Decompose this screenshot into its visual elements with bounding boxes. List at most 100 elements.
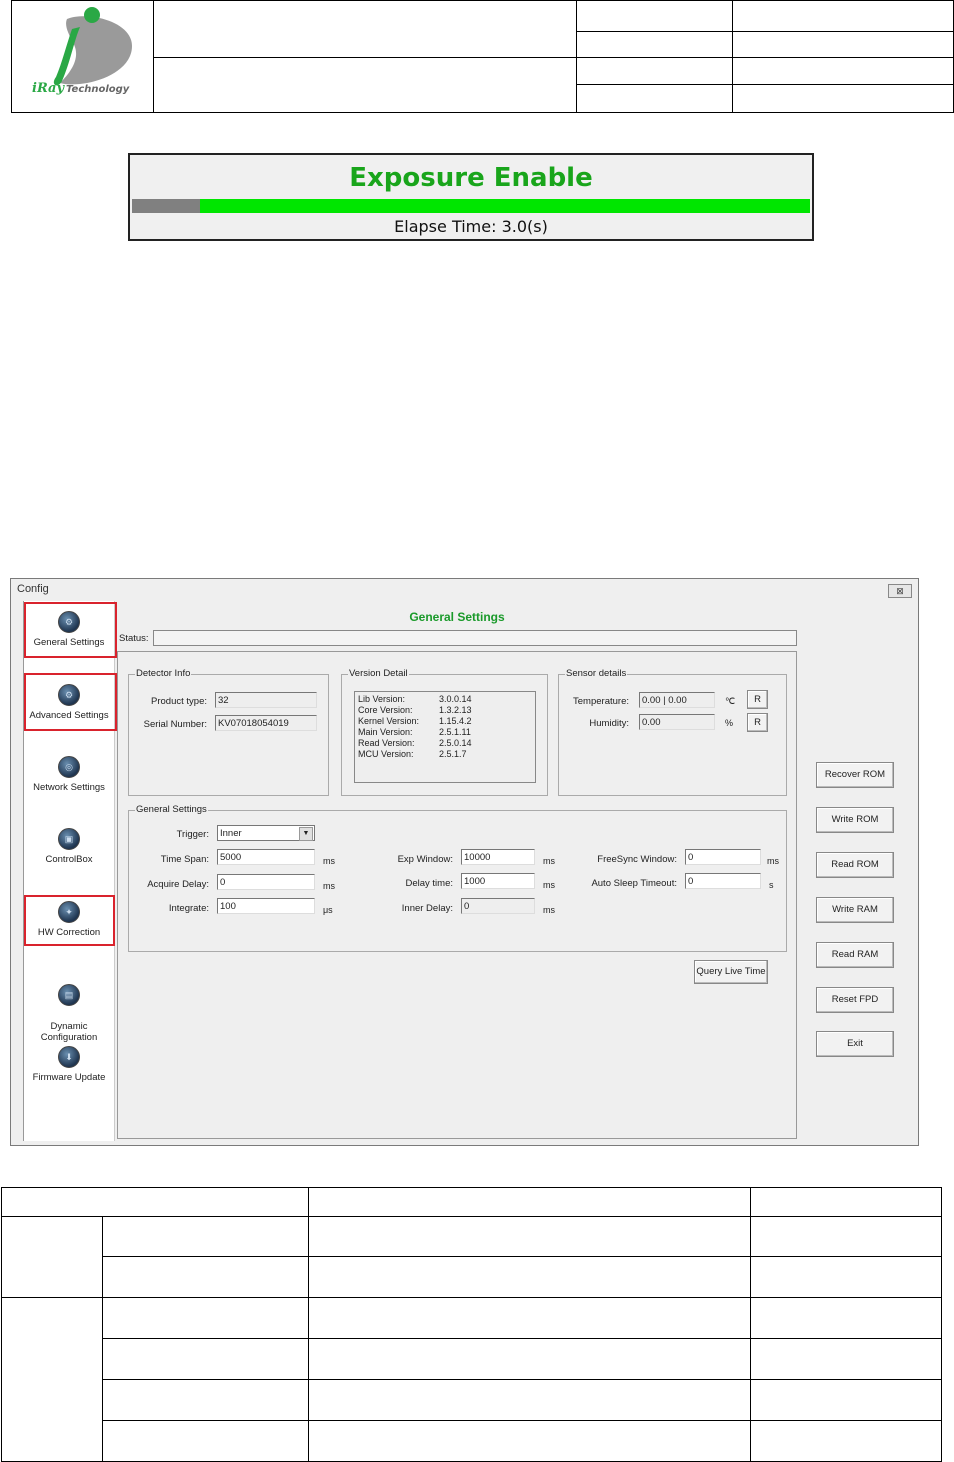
iray-logo-graphic: iRay Technology xyxy=(32,7,132,96)
window-title: Config xyxy=(17,583,49,595)
freesync-window-input[interactable]: 0 xyxy=(685,849,761,865)
header-cell xyxy=(733,58,954,85)
acquire-delay-unit: ms xyxy=(323,881,335,891)
nav-label: ControlBox xyxy=(45,854,93,865)
query-live-time-button[interactable]: Query Live Time xyxy=(694,960,768,984)
integrate-input[interactable]: 100 xyxy=(217,898,315,914)
core-version-label: Core Version: xyxy=(358,705,413,715)
read-rom-button[interactable]: Read ROM xyxy=(816,852,894,878)
exp-window-input[interactable]: 10000 xyxy=(461,849,535,865)
auto-sleep-timeout-input[interactable]: 0 xyxy=(685,873,761,889)
elapse-time: Elapse Time: 3.0(s) xyxy=(394,217,548,236)
table-cell xyxy=(102,1420,309,1462)
table-cell xyxy=(308,1338,751,1380)
acquire-delay-input[interactable]: 0 xyxy=(217,874,315,890)
humidity-unit: % xyxy=(725,718,734,728)
temperature-label: Temperature: xyxy=(573,696,629,707)
serial-number-label: Serial Number: xyxy=(143,719,207,730)
main-version-value: 2.5.1.11 xyxy=(439,727,471,737)
product-type-field: 32 xyxy=(215,692,317,708)
group-legend: Sensor details xyxy=(565,668,628,679)
controlbox-icon: ▣ xyxy=(58,828,80,850)
delay-time-input[interactable]: 1000 xyxy=(461,873,535,889)
group-legend: Detector Info xyxy=(135,668,192,679)
lib-version-label: Lib Version: xyxy=(358,694,406,704)
temperature-refresh-button[interactable]: R xyxy=(747,690,768,709)
document-header-table: iRay Technology xyxy=(11,0,954,113)
settings-content: Detector Info Product type: 32 Serial Nu… xyxy=(117,651,797,1139)
header-cell xyxy=(154,58,577,113)
read-ram-button[interactable]: Read RAM xyxy=(816,942,894,968)
close-icon[interactable]: ⊠ xyxy=(888,584,912,598)
highlight-box xyxy=(24,673,117,731)
svg-text:Technology: Technology xyxy=(66,84,130,95)
table-header-cell xyxy=(308,1187,751,1217)
header-cell xyxy=(577,1,733,32)
table-header-cell xyxy=(750,1187,942,1217)
time-span-input[interactable]: 5000 xyxy=(217,849,315,865)
highlight-box xyxy=(24,602,117,658)
acquire-delay-label: Acquire Delay: xyxy=(147,879,209,890)
table-group-cell xyxy=(1,1297,103,1462)
page-title: General Settings xyxy=(409,610,505,624)
dynamic-configuration-icon: ▤ xyxy=(58,984,80,1006)
nav-firmware-update[interactable]: ⬇ Firmware Update xyxy=(24,1046,114,1083)
general-settings-group: General Settings Trigger: Inner ▼ Time S… xyxy=(128,804,787,952)
nav-label: Firmware Update xyxy=(32,1072,106,1083)
delay-time-unit: ms xyxy=(543,880,555,890)
inner-delay-label: Inner Delay: xyxy=(401,903,453,914)
highlight-box xyxy=(24,895,115,946)
trigger-value: Inner xyxy=(220,828,242,839)
reset-fpd-button[interactable]: Reset FPD xyxy=(816,987,894,1013)
group-legend: General Settings xyxy=(135,804,208,815)
nav-network-settings[interactable]: ◎ Network Settings xyxy=(24,756,114,793)
table-cell xyxy=(750,1420,942,1462)
table-cell xyxy=(750,1379,942,1421)
table-group-cell xyxy=(1,1216,103,1298)
table-cell xyxy=(102,1216,309,1257)
integrate-unit: μs xyxy=(323,905,333,915)
version-detail-group: Version Detail Lib Version: 3.0.0.14 Cor… xyxy=(341,668,548,796)
company-logo: iRay Technology xyxy=(12,1,154,113)
core-version-value: 1.3.2.13 xyxy=(439,705,472,715)
table-cell xyxy=(750,1256,942,1298)
humidity-refresh-button[interactable]: R xyxy=(747,713,768,732)
network-settings-icon: ◎ xyxy=(58,756,80,778)
inner-delay-unit: ms xyxy=(543,905,555,915)
freesync-window-label: FreeSync Window: xyxy=(597,854,677,865)
exp-window-unit: ms xyxy=(543,856,555,866)
chevron-down-icon: ▼ xyxy=(299,827,313,841)
table-cell xyxy=(750,1338,942,1380)
config-window: Config ⊠ ⚙ General Settings ⚙ Advanced S… xyxy=(10,578,919,1146)
trigger-select[interactable]: Inner ▼ xyxy=(217,825,315,841)
header-cell xyxy=(577,32,733,58)
main-version-label: Main Version: xyxy=(358,727,413,737)
exit-button[interactable]: Exit xyxy=(816,1031,894,1057)
svg-text:iRay: iRay xyxy=(32,81,65,96)
nav-controlbox[interactable]: ▣ ControlBox xyxy=(24,828,114,865)
table-cell xyxy=(308,1256,751,1298)
write-rom-button[interactable]: Write ROM xyxy=(816,807,894,833)
trigger-label: Trigger: xyxy=(176,829,209,840)
humidity-field: 0.00 xyxy=(639,714,715,730)
table-cell xyxy=(308,1297,751,1339)
time-span-label: Time Span: xyxy=(160,854,209,865)
table-cell xyxy=(750,1216,942,1257)
table-cell xyxy=(308,1216,751,1257)
recover-rom-button[interactable]: Recover ROM xyxy=(816,762,894,788)
status-field xyxy=(153,630,797,646)
header-cell xyxy=(733,32,954,58)
exposure-panel: Exposure Enable Elapse Time: 3.0(s) xyxy=(128,153,814,241)
table-cell xyxy=(750,1297,942,1339)
exp-window-label: Exp Window: xyxy=(397,854,453,865)
table-cell xyxy=(102,1338,309,1380)
header-cell xyxy=(154,1,577,58)
kernel-version-value: 1.15.4.2 xyxy=(439,716,472,726)
firmware-update-icon: ⬇ xyxy=(58,1046,80,1068)
read-version-value: 2.5.0.14 xyxy=(439,738,472,748)
mcu-version-label: MCU Version: xyxy=(358,749,414,759)
humidity-label: Humidity: xyxy=(589,718,629,729)
write-ram-button[interactable]: Write RAM xyxy=(816,897,894,923)
nav-dynamic-configuration[interactable]: ▤ Dynamic Configuration xyxy=(24,973,114,1043)
mcu-version-value: 2.5.1.7 xyxy=(439,749,467,759)
